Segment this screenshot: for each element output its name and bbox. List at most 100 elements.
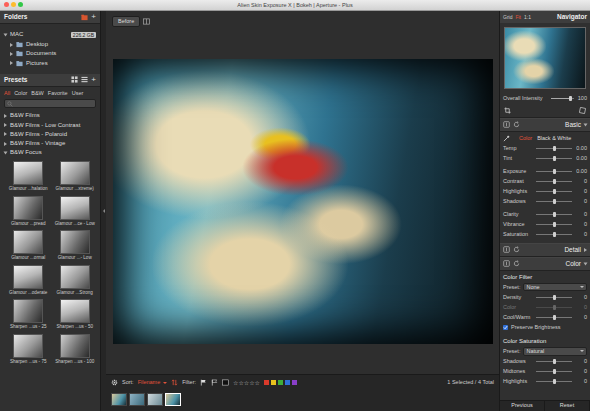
slider-thumb[interactable] [553, 369, 556, 374]
preset-tab[interactable]: All [4, 90, 10, 97]
toggle-icon[interactable] [503, 260, 510, 267]
slider[interactable] [536, 307, 572, 308]
slider[interactable] [536, 201, 572, 202]
crop-icon[interactable] [504, 107, 511, 114]
star[interactable]: ☆ [244, 379, 249, 386]
zoom-option[interactable]: 1:1 [524, 14, 531, 20]
expand-icon[interactable] [584, 262, 588, 265]
filmstrip-thumbnail[interactable] [129, 393, 145, 406]
slider-value[interactable]: 0 [574, 378, 587, 385]
filmstrip-thumbnail[interactable] [111, 393, 127, 406]
preset-search-field[interactable] [4, 99, 96, 108]
preset-thumbnail[interactable]: Glamour ...ormal [6, 230, 51, 261]
toggle-icon[interactable] [503, 246, 510, 253]
preset-group[interactable]: B&W Films - Polaroid [0, 130, 100, 139]
preset-thumbnail[interactable]: Sharpen ...us - 50 [53, 299, 98, 330]
expand-icon[interactable] [4, 142, 7, 146]
slider-thumb[interactable] [553, 179, 556, 184]
slider-thumb[interactable] [553, 315, 556, 320]
slider[interactable] [536, 361, 572, 362]
footer-button[interactable]: Reset [545, 401, 590, 411]
basic-section-header[interactable]: Basic [500, 118, 590, 132]
slider-value[interactable]: 0 [574, 304, 587, 311]
expand-icon[interactable] [10, 43, 13, 47]
slider-thumb[interactable] [569, 96, 572, 101]
slider-thumb[interactable] [553, 146, 556, 151]
slider[interactable] [536, 224, 572, 225]
add-folder-button[interactable]: + [91, 13, 96, 21]
slider-thumb[interactable] [553, 199, 556, 204]
preset-tab[interactable]: Color [14, 90, 27, 97]
color-mode-option[interactable]: Black & White [537, 135, 571, 142]
eyedropper-icon[interactable] [503, 135, 510, 142]
color-mode-option[interactable]: Color [519, 135, 532, 142]
navigator-thumbnail[interactable] [504, 27, 586, 89]
preset-thumbnail[interactable]: Glamour ...pread [6, 196, 51, 227]
slider-thumb[interactable] [553, 222, 556, 227]
preset-dropdown[interactable]: Natural [523, 347, 587, 356]
slider[interactable] [536, 234, 572, 235]
flag-icon[interactable] [200, 379, 207, 386]
toggle-icon[interactable] [503, 121, 510, 128]
slider-value[interactable]: 0 [574, 211, 587, 218]
photo[interactable] [113, 59, 493, 344]
slider-thumb[interactable] [553, 379, 556, 384]
slider-thumb[interactable] [553, 359, 556, 364]
color-label-swatch[interactable] [278, 380, 283, 385]
preset-thumbnail[interactable]: Sharpen ...us - 75 [6, 334, 51, 365]
expand-icon[interactable] [4, 151, 8, 154]
zoom-option[interactable]: Grid [503, 14, 512, 20]
expand-icon[interactable] [10, 52, 13, 56]
preset-tab[interactable]: User [72, 90, 84, 97]
slider-thumb[interactable] [553, 295, 556, 300]
slider[interactable] [536, 317, 572, 318]
slider-thumb[interactable] [553, 189, 556, 194]
color-label-swatch[interactable] [271, 380, 276, 385]
expand-icon[interactable] [584, 123, 588, 126]
slider-thumb[interactable] [553, 232, 556, 237]
reset-icon[interactable] [513, 121, 520, 128]
drive-row[interactable]: MAC226.2 GB [0, 28, 100, 40]
preset-group[interactable]: B&W Films [0, 111, 100, 120]
folder-item[interactable]: Pictures [0, 59, 100, 68]
overall-intensity-slider[interactable] [551, 98, 574, 99]
preset-dropdown[interactable]: None [523, 283, 587, 292]
expand-icon[interactable] [10, 61, 13, 65]
star[interactable]: ☆ [255, 379, 260, 386]
slider-value[interactable]: 0.00 [574, 155, 587, 162]
slider-thumb[interactable] [553, 156, 556, 161]
slider-value[interactable]: 0 [574, 294, 587, 301]
collapse-left-icon[interactable] [103, 209, 105, 213]
slider-value[interactable]: 100 [576, 95, 587, 102]
slider[interactable] [536, 381, 572, 382]
color-section-header[interactable]: Color [500, 257, 590, 271]
filmstrip-thumbnail[interactable] [165, 393, 181, 406]
expand-icon[interactable] [584, 248, 587, 252]
slider[interactable] [536, 181, 572, 182]
compare-split-icon[interactable] [143, 18, 150, 25]
checkbox[interactable] [503, 325, 508, 330]
folder-link-icon[interactable] [81, 14, 88, 21]
star[interactable]: ☆ [249, 379, 254, 386]
minimize-button[interactable] [11, 2, 16, 7]
slider-value[interactable]: 0 [574, 358, 587, 365]
slider-thumb[interactable] [553, 169, 556, 174]
preset-tab[interactable]: B&W [31, 90, 44, 97]
slider-value[interactable]: 0 [574, 221, 587, 228]
slider-thumb[interactable] [553, 212, 556, 217]
star[interactable]: ☆ [233, 379, 238, 386]
slider-value[interactable]: 0 [574, 368, 587, 375]
slider[interactable] [536, 158, 572, 159]
zoom-button[interactable] [18, 2, 23, 7]
add-preset-button[interactable]: + [91, 76, 96, 84]
slider-thumb[interactable] [553, 305, 556, 310]
expand-icon[interactable] [4, 114, 7, 118]
list-view-icon[interactable] [81, 76, 88, 83]
slider-value[interactable]: 0 [574, 231, 587, 238]
slider[interactable] [536, 148, 572, 149]
slider[interactable] [536, 191, 572, 192]
preset-thumbnail[interactable]: Glamour ...Strong [53, 265, 98, 296]
footer-button[interactable]: Previous [500, 401, 545, 411]
preset-thumbnail[interactable]: Sharpen ...us - 100 [53, 334, 98, 365]
reset-icon[interactable] [513, 246, 520, 253]
